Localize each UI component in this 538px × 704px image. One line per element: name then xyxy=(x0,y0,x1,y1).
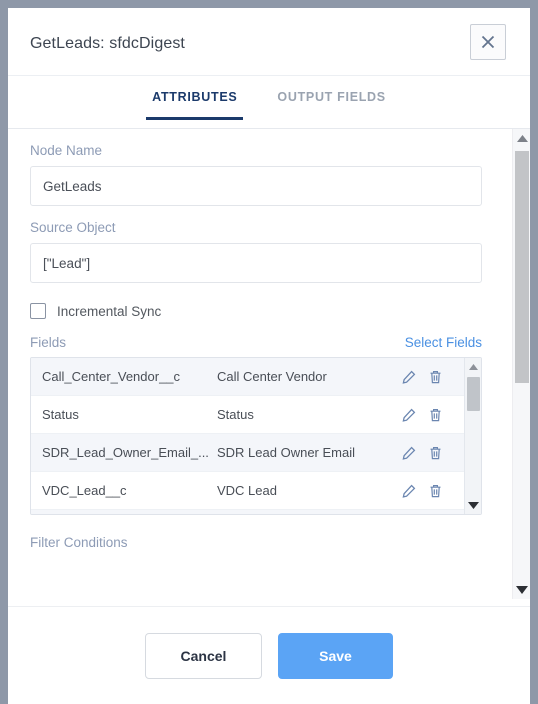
fields-section-title: Fields xyxy=(30,335,67,350)
table-row[interactable]: SDR_Lead_Owner_Email_... SDR Lead Owner … xyxy=(31,434,464,472)
page-title: GetLeads: sfdcDigest xyxy=(30,35,185,52)
cancel-button[interactable]: Cancel xyxy=(145,632,262,679)
trash-icon[interactable] xyxy=(429,408,442,422)
pencil-icon[interactable] xyxy=(402,446,416,460)
scroll-down-arrow-icon[interactable] xyxy=(513,581,530,599)
source-object-label: Source Object xyxy=(30,220,116,235)
fields-table-scrollbar[interactable] xyxy=(464,358,481,514)
panel-scrollbar[interactable] xyxy=(512,129,530,599)
row-actions xyxy=(402,370,464,384)
node-config-modal: GetLeads: sfdcDigest ATTRIBUTES OUTPUT F… xyxy=(8,8,530,704)
incremental-sync-label: Incremental Sync xyxy=(57,303,162,319)
tab-attributes[interactable]: ATTRIBUTES xyxy=(146,76,244,120)
row-actions xyxy=(402,446,464,460)
row-actions xyxy=(402,484,464,498)
incremental-sync-group: Incremental Sync Fields Select Fields Ca… xyxy=(8,303,486,515)
close-icon xyxy=(479,33,497,51)
field-api-name: Status xyxy=(42,407,79,422)
row-actions xyxy=(402,408,464,422)
node-name-input[interactable] xyxy=(30,166,482,206)
screen-root: GetLeads: sfdcDigest ATTRIBUTES OUTPUT F… xyxy=(0,0,538,704)
attributes-panel: Node Name Source Object Incremental Sync… xyxy=(8,129,486,599)
table-row[interactable]: Status Status xyxy=(31,396,464,434)
select-fields-link[interactable]: Select Fields xyxy=(405,335,482,350)
trash-icon[interactable] xyxy=(429,370,442,384)
field-display-label: SDR Lead Owner Email xyxy=(217,445,355,460)
incremental-sync-checkbox[interactable] xyxy=(30,303,46,319)
node-name-label: Node Name xyxy=(30,143,103,158)
scroll-up-arrow-icon[interactable] xyxy=(513,129,530,147)
fields-table-rows: Call_Center_Vendor__c Call Center Vendor xyxy=(31,358,464,514)
tab-output-fields[interactable]: OUTPUT FIELDS xyxy=(271,76,391,120)
modal-body: Node Name Source Object Incremental Sync… xyxy=(8,129,530,599)
close-button[interactable] xyxy=(470,24,506,60)
field-display-label: Call Center Vendor xyxy=(217,369,327,384)
source-object-input[interactable] xyxy=(30,243,482,283)
panel-scroll-thumb[interactable] xyxy=(515,151,529,383)
pencil-icon[interactable] xyxy=(402,484,416,498)
trash-icon[interactable] xyxy=(429,484,442,498)
pencil-icon[interactable] xyxy=(402,370,416,384)
save-button[interactable]: Save xyxy=(278,632,393,679)
node-name-group: Node Name xyxy=(8,143,486,206)
fields-table-scroll-thumb[interactable] xyxy=(467,377,480,411)
field-api-name: SDR_Lead_Owner_Email_... xyxy=(42,445,209,460)
fields-header: Fields Select Fields xyxy=(30,335,482,350)
filter-conditions-link[interactable]: Filter Conditions xyxy=(8,515,486,550)
tab-bar: ATTRIBUTES OUTPUT FIELDS xyxy=(8,76,530,129)
scroll-up-arrow-icon[interactable] xyxy=(465,358,481,375)
pencil-icon[interactable] xyxy=(402,408,416,422)
fields-table: Call_Center_Vendor__c Call Center Vendor xyxy=(30,357,482,515)
modal-header: GetLeads: sfdcDigest xyxy=(8,8,530,76)
field-display-label: Status xyxy=(217,407,254,422)
modal-footer: Cancel Save xyxy=(8,606,530,704)
table-row[interactable]: Region__c Region xyxy=(31,510,464,514)
scroll-down-arrow-icon[interactable] xyxy=(465,497,481,514)
field-display-label: VDC Lead xyxy=(217,483,277,498)
table-row[interactable]: VDC_Lead__c VDC Lead xyxy=(31,472,464,510)
incremental-sync-row[interactable]: Incremental Sync xyxy=(30,303,464,319)
table-row[interactable]: Call_Center_Vendor__c Call Center Vendor xyxy=(31,358,464,396)
source-object-group: Source Object xyxy=(8,220,486,283)
field-api-name: Call_Center_Vendor__c xyxy=(42,369,181,384)
trash-icon[interactable] xyxy=(429,446,442,460)
field-api-name: VDC_Lead__c xyxy=(42,483,127,498)
